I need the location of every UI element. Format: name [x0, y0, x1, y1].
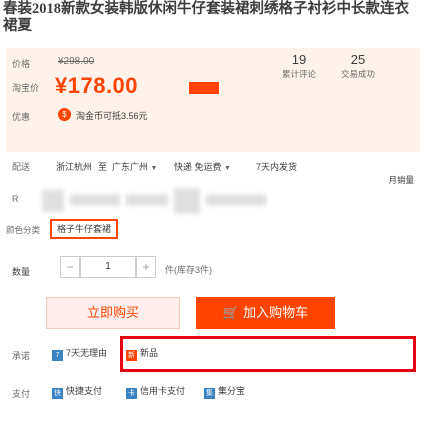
- size-swatch[interactable]: [174, 188, 200, 214]
- shipping-row: 配送 浙江杭州 至 广东广州 ▼ 快递 免运费 ▼ 7天内发货 月销量: [6, 156, 420, 185]
- payment-item-points-text: 集分宝: [218, 386, 246, 396]
- size-swatch[interactable]: [206, 194, 266, 206]
- quantity-input[interactable]: 1: [80, 256, 136, 278]
- promo-price: ¥178.00: [55, 73, 139, 98]
- original-price: ¥298.00: [58, 56, 95, 67]
- add-to-cart-button[interactable]: 🛒 加入购物车: [196, 297, 335, 329]
- size-swatch[interactable]: [42, 190, 64, 212]
- destination-text: 广东广州: [112, 162, 149, 172]
- quantity-increase-button[interactable]: +: [136, 256, 156, 278]
- payment-item-credit-text: 信用卡支付: [140, 386, 186, 396]
- shipping-destination[interactable]: 广东广州 ▼: [112, 160, 157, 173]
- review-count[interactable]: 19 累计评论: [282, 52, 316, 80]
- size-swatch[interactable]: [126, 194, 168, 206]
- promise-item-7day-text: 7天无理由: [66, 348, 108, 358]
- deal-count-number: 25: [350, 52, 366, 67]
- color-label: 颜色分类: [6, 225, 41, 235]
- chevron-down-icon: ▼: [150, 165, 158, 172]
- add-to-cart-label: 加入购物车: [243, 305, 309, 320]
- credit-card-icon: 卡: [126, 388, 137, 399]
- blurred-size-row: R: [6, 186, 420, 216]
- stock-text: 件(库存3件): [165, 265, 212, 275]
- delivery-time: 7天内发货: [256, 162, 298, 172]
- points-label: 优惠: [12, 112, 31, 122]
- shipping-origin: 浙江杭州: [56, 162, 93, 172]
- shipping-fee-text: 快递 免运费: [174, 162, 222, 172]
- shipping-to-label: 至: [98, 162, 108, 172]
- payment-label: 支付: [12, 389, 31, 399]
- promise-item-7day[interactable]: 7 7天无理由: [52, 346, 107, 361]
- review-count-number: 19: [291, 52, 307, 67]
- quantity-decrease-button[interactable]: −: [60, 256, 80, 278]
- chevron-down-icon: ▼: [224, 165, 231, 172]
- color-option-selected[interactable]: 格子牛仔套裙: [50, 219, 119, 239]
- size-swatch[interactable]: [70, 194, 120, 206]
- cart-icon: 🛒: [222, 305, 240, 320]
- coin-icon: $: [58, 108, 71, 121]
- review-count-label: 累计评论: [282, 69, 317, 79]
- monthly-sales-note: 月销量: [388, 175, 414, 185]
- payment-item-quick-text: 快捷支付: [66, 386, 103, 396]
- payment-item-credit[interactable]: 卡信用卡支付: [126, 384, 185, 399]
- price-badge: [189, 82, 219, 94]
- deal-count-label: 交易成功: [341, 69, 376, 79]
- size-label: R: [12, 194, 19, 204]
- points-text: 淘金币可抵3.56元: [76, 111, 148, 121]
- promo-price-label: 淘宝价: [12, 83, 40, 93]
- buy-now-button[interactable]: 立即购买: [46, 297, 180, 329]
- payment-item-quick[interactable]: 快快捷支付: [52, 384, 102, 399]
- quick-pay-icon: 快: [52, 388, 63, 399]
- quantity-label: 数量: [12, 267, 31, 277]
- product-title: 春装2018新款女装韩版休闲牛仔套装裙刺绣格子衬衫中长款连衣裙夏: [3, 1, 409, 34]
- shipping-fee[interactable]: 快递 免运费 ▼: [174, 160, 231, 173]
- deal-count: 25 交易成功: [341, 52, 375, 80]
- points-icon: 集: [204, 388, 215, 399]
- payment-item-points[interactable]: 集集分宝: [204, 384, 245, 399]
- shipping-label: 配送: [12, 162, 31, 172]
- original-price-label: 价格: [12, 59, 31, 69]
- price-panel: 价格 ¥298.00 19 累计评论 25 交易成功 淘宝价 ¥178.00 优…: [6, 48, 420, 152]
- promise-label: 承诺: [12, 351, 31, 361]
- highlight-box: [120, 336, 416, 372]
- shield-icon: 7: [52, 350, 63, 361]
